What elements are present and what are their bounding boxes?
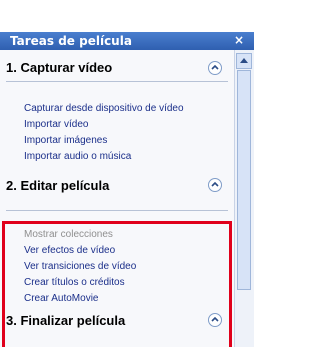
tasks-pane: 1. Capturar vídeo Capturar desde disposi… xyxy=(0,50,234,347)
scroll-thumb[interactable] xyxy=(237,70,251,290)
panel-title: Tareas de película xyxy=(10,34,132,48)
panel-titlebar: Tareas de película × xyxy=(0,32,254,50)
chevron-up-icon[interactable] xyxy=(208,178,222,192)
task-importar-video[interactable]: Importar vídeo xyxy=(24,119,88,130)
section-divider xyxy=(6,210,228,211)
section-title: 1. Capturar vídeo xyxy=(6,60,113,75)
task-capturar-desde-dispositivo[interactable]: Capturar desde dispositivo de vídeo xyxy=(24,103,184,114)
close-icon[interactable]: × xyxy=(234,32,244,48)
scroll-up-button[interactable] xyxy=(236,53,252,69)
chevron-up-icon[interactable] xyxy=(208,61,222,75)
task-importar-audio-musica[interactable]: Importar audio o música xyxy=(24,151,131,162)
section-divider xyxy=(6,81,228,82)
top-band xyxy=(0,0,254,32)
task-importar-imagenes[interactable]: Importar imágenes xyxy=(24,135,107,146)
highlight-box xyxy=(2,221,232,347)
section-title: 2. Editar película xyxy=(6,178,110,193)
scrollbar[interactable] xyxy=(234,50,254,347)
